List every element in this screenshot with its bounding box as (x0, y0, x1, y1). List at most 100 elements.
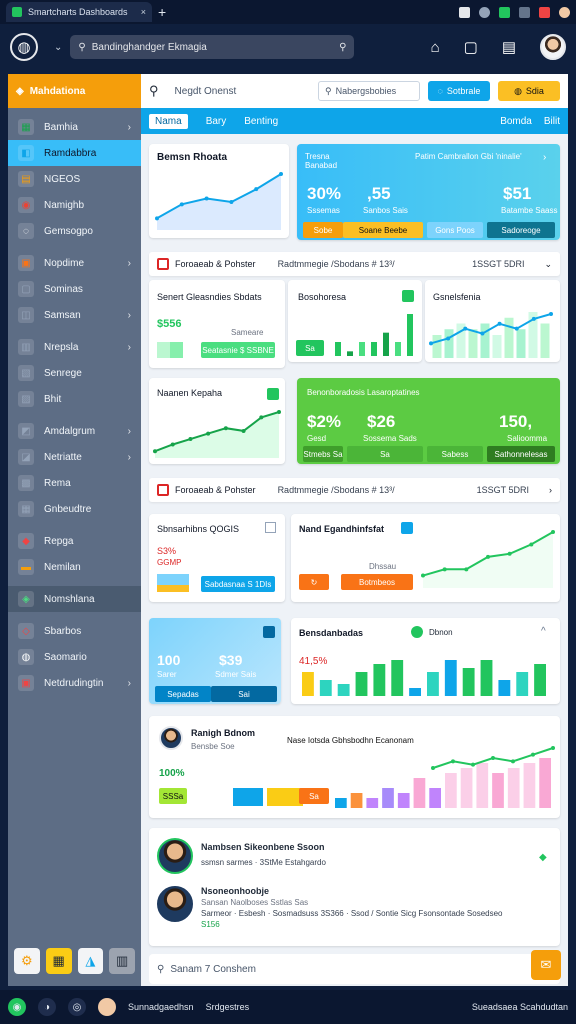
user-avatar[interactable] (540, 34, 566, 60)
sidebar-item[interactable]: ▧ Senrege (8, 360, 141, 386)
tab-bilit[interactable]: Bilit (544, 116, 560, 127)
blue-pill-4[interactable]: Sadoreoge (487, 222, 555, 238)
green-pill-2[interactable]: Sa (347, 446, 423, 462)
calendar-icon[interactable]: ▤ (502, 38, 516, 56)
bar-card-1-button[interactable]: Sa (296, 340, 324, 356)
blue-stats-card[interactable]: Tresna Banabad Patim Cambrallon Gbi 'nin… (297, 144, 560, 240)
lightblue-pill-2[interactable]: Sai (211, 686, 277, 702)
person-avatar[interactable] (157, 886, 193, 922)
extension-icon[interactable] (459, 6, 470, 18)
person-avatar[interactable] (157, 838, 193, 874)
chevron-right-icon[interactable]: › (128, 426, 131, 437)
tab-close-icon[interactable]: × (141, 7, 146, 17)
blue-pill-1[interactable]: Sobe (303, 222, 343, 238)
sidebar-item[interactable]: ◆ Repga (8, 528, 141, 554)
sidebar-item[interactable]: ◈ Nomshlana (8, 586, 141, 612)
engagement-button[interactable]: Botmbeos (341, 574, 413, 590)
tab-bary[interactable]: Bary (206, 116, 227, 127)
start-icon[interactable]: ◉ (8, 998, 26, 1016)
revenue-card[interactable]: Bemsn Rhoata (149, 144, 289, 238)
person-row[interactable]: Nambsen Sikeonbene Ssoon ssmsn sarmes · … (157, 838, 326, 874)
engagement-card[interactable]: Nand Egandhinfsfat Dhssau ↻ Botmbeos (291, 514, 560, 602)
conversion-button[interactable]: Sabdasnaa S 1DIs (201, 576, 275, 592)
team-card[interactable]: Ranigh Bdnom Bensbe Soe Nase Iotsda Gbhs… (149, 716, 560, 818)
sidebar-item[interactable]: ◩ Amdalgrum › (8, 418, 141, 444)
extension-icon[interactable] (539, 6, 550, 18)
sidebar-item[interactable]: ▢ Sominas (8, 276, 141, 302)
taskbar-item-2[interactable]: Srdgestres (206, 1002, 250, 1012)
primary-action-button[interactable]: ◌ Sotbrale (428, 81, 490, 101)
green-diamond-icon[interactable]: ◆ (539, 852, 547, 863)
green-stats-card[interactable]: Benonboradosis Lasaroptatines $2% Gesd $… (297, 378, 560, 464)
square-icon[interactable]: ▢ (464, 38, 478, 56)
chevron-right-icon[interactable]: › (128, 678, 131, 689)
chevron-right-icon[interactable]: › (128, 342, 131, 353)
tab-benting[interactable]: Benting (244, 116, 278, 127)
browser-icon[interactable]: ◎ (68, 998, 86, 1016)
search-submit-icon[interactable]: ⚲ (339, 42, 346, 53)
sidebar-item[interactable]: ◉ Namighb (8, 192, 141, 218)
sidebar-item[interactable]: ◧ Ramdabbra (8, 140, 141, 166)
chevron-right-icon[interactable]: › (128, 310, 131, 321)
sidebar-item[interactable]: ▬ Nemilan (8, 554, 141, 580)
settings-icon[interactable]: ⚙ (14, 948, 40, 974)
sidebar-item[interactable]: ◫ Samsan › (8, 302, 141, 328)
sidebar-item[interactable]: ▦ Gnbeudtre (8, 496, 141, 522)
profile-icon[interactable] (559, 6, 570, 18)
lightblue-card[interactable]: 100 Sarer $39 Sdmer Sais Sepadas Sai (149, 618, 281, 704)
extension-icon[interactable] (499, 6, 510, 18)
chevron-up-icon[interactable]: ^ (541, 626, 546, 637)
sidebar-item[interactable]: ▨ Bhit (8, 386, 141, 412)
apps-icon[interactable]: ▥ (109, 948, 135, 974)
sidebar-item[interactable]: ▩ Rema (8, 470, 141, 496)
sidebar-item[interactable]: ▤ NGEOS (8, 166, 141, 192)
info-badge-icon[interactable] (263, 626, 275, 638)
sidebar-item[interactable]: ▣ Nopdime › (8, 250, 141, 276)
conversion-card[interactable]: Sbnsarhibns QOGIS S3% GGMP Sabdasnaa S 1… (149, 514, 285, 602)
chevron-right-icon[interactable]: › (128, 122, 131, 133)
grid-icon[interactable]: ▦ (45, 948, 72, 974)
new-tab-button[interactable]: + (158, 4, 166, 20)
drive-icon[interactable]: ◮ (77, 948, 104, 974)
sidebar-item[interactable]: ◪ Netriatte › (8, 444, 141, 470)
person-row[interactable]: Nsoneonhoobje Sansan Naolboses Sstlas Sa… (157, 886, 551, 929)
app-logo-icon[interactable]: ◍ (10, 33, 38, 61)
chevron-right-icon[interactable]: › (549, 485, 552, 495)
user-icon[interactable]: ◑ (38, 998, 56, 1016)
sidebar-item[interactable]: ▦ Bamhia › (8, 114, 141, 140)
area-card-2[interactable]: Naanen Kepaha (149, 378, 285, 464)
bar-card-1[interactable]: Bosohoresa Sa (288, 280, 422, 362)
home-icon[interactable]: ⌂ (431, 39, 440, 56)
taskbar-item-1[interactable]: Sunnadgaedhsn (128, 1002, 194, 1012)
search-icon[interactable]: ⚲ (149, 83, 159, 99)
secondary-action-button[interactable]: ◍ Sdia (498, 81, 560, 101)
breakdown-card[interactable]: Bensdanbadas Dbnon ^ 41,5% (291, 618, 560, 704)
team-pill-1[interactable]: SSSa (159, 788, 187, 804)
chevron-right-icon[interactable]: › (543, 152, 546, 163)
content-search-input[interactable]: ⚲ Nabergsbobies (318, 81, 420, 101)
sidebar-item[interactable]: ◍ Saomario (8, 644, 141, 670)
browser-tab[interactable]: Smartcharts Dashboards × (6, 2, 152, 22)
bottom-search-input[interactable]: ⚲ Sanam 7 Conshem (149, 954, 560, 984)
blue-pill-2[interactable]: Soane Beebe (343, 222, 423, 238)
expand-icon[interactable] (265, 522, 276, 533)
tab-bomda[interactable]: Bomda (500, 116, 532, 127)
sidebar-item[interactable]: ◇ Sbarbos (8, 618, 141, 644)
sidebar-header[interactable]: ◈ Mahdationa (8, 74, 141, 108)
info-badge-icon[interactable] (401, 522, 413, 534)
engagement-toggle[interactable]: ↻ (299, 574, 329, 590)
chevron-right-icon[interactable]: › (128, 452, 131, 463)
green-pill-1[interactable]: Stmebs Sa (303, 446, 343, 462)
sales-card[interactable]: Senert Gleasndies Sbdats $556 Sameare Se… (149, 280, 285, 368)
combo-card[interactable]: Gsnelsfenia (425, 280, 560, 362)
green-pill-4[interactable]: Sathonnelesas (487, 446, 555, 462)
team-pill-2[interactable]: Sa (299, 788, 329, 804)
sidebar-item[interactable]: ▣ Netdrudingtin › (8, 670, 141, 696)
tab-nama[interactable]: Nama (149, 113, 188, 129)
sales-button[interactable]: Seatasnie $ SSBNE (201, 342, 275, 358)
green-pill-3[interactable]: Sabess (427, 446, 483, 462)
global-search-input[interactable]: ⚲ Bandinghandger Ekmagia ⚲ (70, 35, 355, 59)
lightblue-pill-1[interactable]: Sepadas (155, 686, 211, 702)
blue-pill-3[interactable]: Gons Poos (427, 222, 483, 238)
extension-icon[interactable] (519, 6, 530, 18)
